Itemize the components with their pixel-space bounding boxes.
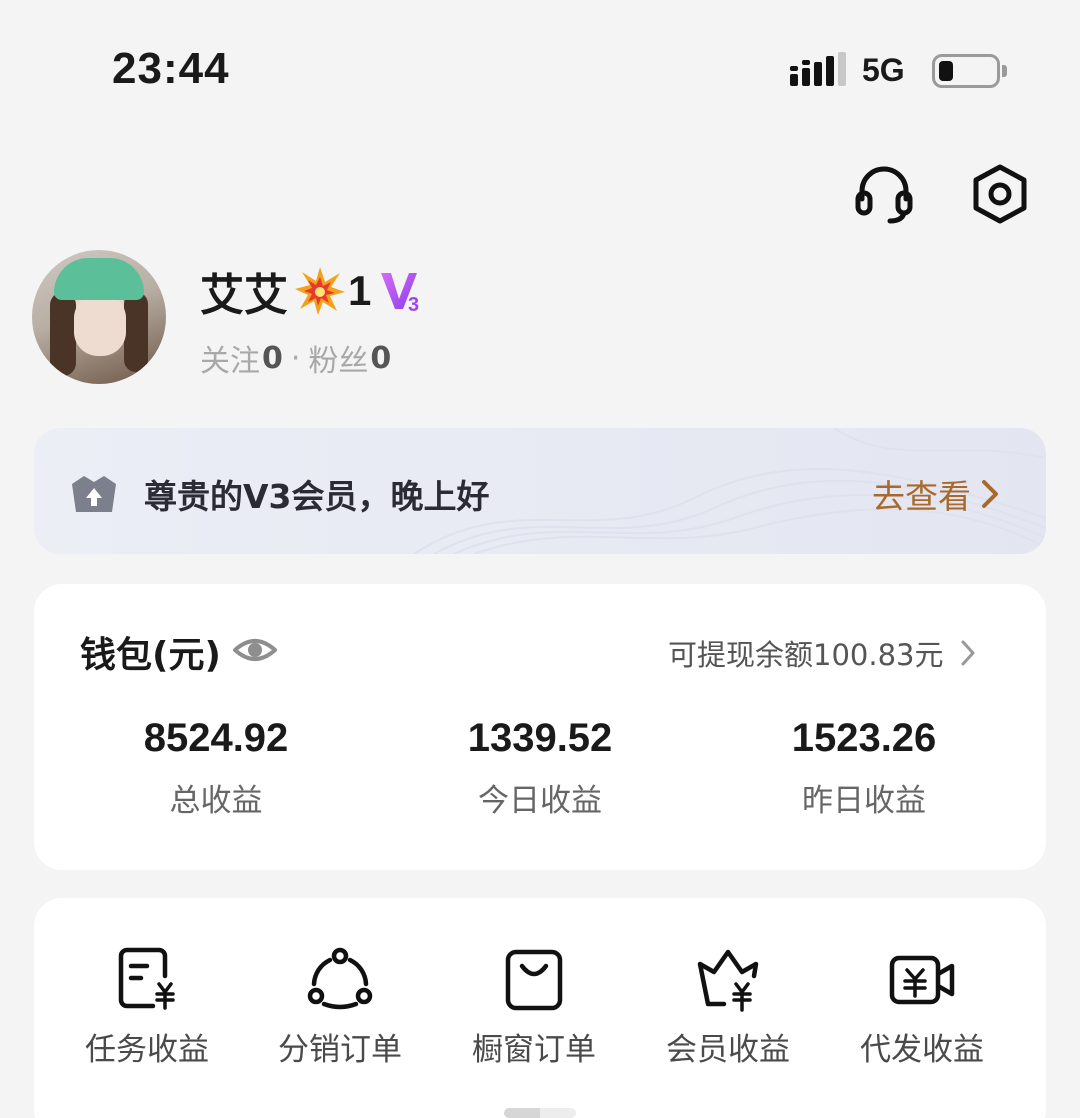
stat-value: 1339.52	[467, 716, 613, 760]
menu-item-label: 会员收益	[666, 1032, 790, 1068]
page-dot-active	[504, 1108, 540, 1118]
total-income-stat[interactable]: 8524.92 总收益	[66, 716, 366, 820]
following-count: 0	[262, 340, 283, 376]
member-view-link[interactable]: 去查看	[872, 470, 999, 518]
stat-label: 昨日收益	[802, 783, 926, 819]
avatar-hair	[124, 292, 148, 372]
following-label: 关注	[200, 344, 260, 379]
crown-upgrade-icon	[72, 476, 116, 512]
menu-item-member-income[interactable]: 会员收益	[633, 946, 823, 1069]
page-dot-inactive	[540, 1108, 576, 1118]
menu-item-label: 橱窗订单	[472, 1032, 596, 1068]
member-greeting: 尊贵的V3会员，晚上好	[144, 477, 490, 516]
battery-icon	[932, 54, 1000, 88]
yesterday-income-stat[interactable]: 1523.26 昨日收益	[714, 716, 1014, 820]
task-income-icon	[118, 947, 175, 1010]
stat-label: 今日收益	[478, 783, 602, 819]
stats-separator: ·	[290, 340, 301, 376]
menu-item-label: 分销订单	[278, 1032, 402, 1068]
menu-item-task-income[interactable]: 任务收益	[52, 946, 242, 1069]
user-level: 1	[348, 267, 372, 314]
menu-page-indicator	[504, 1108, 576, 1118]
member-link-label: 去查看	[872, 477, 971, 516]
eye-icon[interactable]	[232, 630, 278, 670]
cellular-signal-icon	[790, 52, 846, 86]
avatar[interactable]	[32, 250, 166, 384]
profile-name-row[interactable]: 艾艾 1 3	[200, 262, 425, 321]
member-crown-income-icon	[697, 949, 759, 1012]
fans-count: 0	[370, 340, 392, 376]
wallet-title: 钱包(元)	[80, 635, 221, 676]
status-time: 23:44	[112, 44, 230, 93]
status-bar: 23:44 5G	[0, 0, 1080, 140]
stat-value: 1523.26	[791, 716, 937, 760]
distribution-icon	[307, 947, 373, 1010]
headset-icon	[855, 166, 913, 224]
profile-stats[interactable]: 关注 0 · 粉丝 0	[200, 336, 391, 380]
vip-badge-icon: 3	[381, 273, 419, 313]
chevron-right-icon	[982, 480, 998, 508]
stat-label: 总收益	[169, 783, 263, 819]
video-income-icon	[889, 955, 955, 1005]
avatar-hair	[50, 292, 76, 376]
avatar-face	[74, 294, 126, 356]
menu-item-distribution-orders[interactable]: 分销订单	[245, 946, 435, 1069]
fans-label: 粉丝	[308, 344, 369, 379]
stat-value: 8524.92	[143, 716, 289, 760]
shopping-bag-icon	[505, 949, 563, 1011]
battery-tip	[1002, 65, 1007, 77]
withdrawable-balance: 可提现余额100.83元	[668, 638, 944, 672]
avatar-cap	[54, 258, 144, 300]
menu-item-showcase-orders[interactable]: 橱窗订单	[439, 946, 629, 1069]
burst-emoji-icon	[295, 267, 345, 315]
withdrawable-balance-link[interactable]: 可提现余额100.83元	[668, 632, 975, 674]
battery-level	[939, 61, 953, 81]
menu-item-label: 代发收益	[860, 1032, 984, 1068]
vip-badge-level: 3	[408, 294, 419, 313]
profile-name: 艾艾	[200, 270, 288, 321]
menu-item-dropship-income[interactable]: 代发收益	[827, 946, 1017, 1069]
chevron-right-icon	[961, 640, 975, 666]
menu-item-label: 任务收益	[85, 1032, 209, 1068]
settings-hexagon-icon	[973, 164, 1027, 224]
today-income-stat[interactable]: 1339.52 今日收益	[390, 716, 690, 820]
customer-service-button[interactable]	[850, 160, 918, 228]
network-type: 5G	[862, 52, 905, 88]
settings-button[interactable]	[966, 160, 1034, 228]
